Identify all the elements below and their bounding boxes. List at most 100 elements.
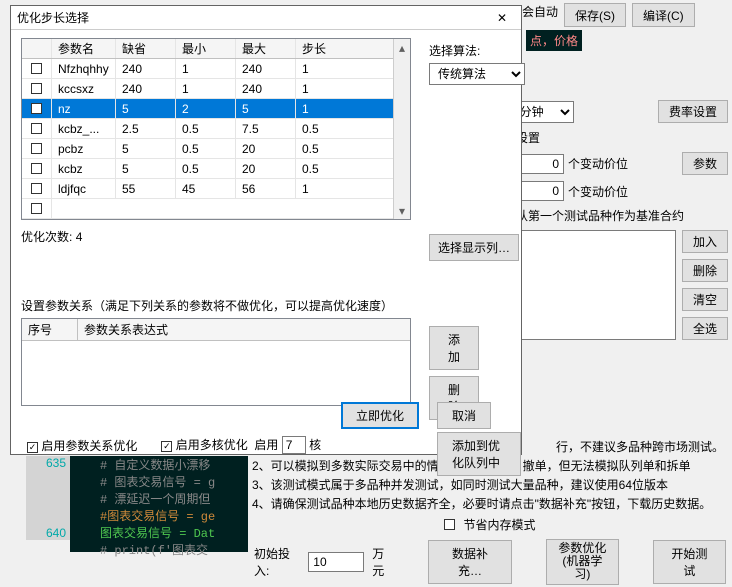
col-max: 最大: [236, 39, 296, 58]
algo-select[interactable]: 传统算法: [429, 63, 525, 85]
save-button[interactable]: 保存(S): [564, 3, 626, 27]
scrollbar[interactable]: ▴ ▾: [393, 39, 410, 219]
row-checkbox[interactable]: [31, 123, 42, 134]
table-row[interactable]: Nfzhqhhy24012401: [22, 59, 410, 79]
list-selall-button[interactable]: 全选: [682, 317, 728, 340]
table-row[interactable]: pcbz50.5200.5: [22, 139, 410, 159]
multicore-label: 启用多核优化: [176, 438, 248, 452]
cell-default: 55: [116, 179, 176, 198]
memory-mode-label: 节省内存模式: [463, 516, 535, 533]
code-line: #图表交易信号 = ge: [100, 507, 248, 524]
cell-min: 0.5: [176, 119, 236, 138]
code-line: # 漂延迟一个周期但: [100, 490, 248, 507]
add-to-queue-button[interactable]: 添加到优化队列中: [437, 432, 521, 476]
algo-label: 选择算法:: [429, 42, 525, 59]
table-row[interactable]: ldjfqc5545561: [22, 179, 410, 199]
table-row[interactable]: nz5251: [22, 99, 410, 119]
param-opt-button[interactable]: 参数优化(机器学习): [546, 539, 619, 585]
list-clear-button[interactable]: 清空: [682, 288, 728, 311]
row-checkbox[interactable]: [31, 183, 42, 194]
init-invest-label: 初始投入:: [254, 545, 300, 579]
cell-default: 2.5: [116, 119, 176, 138]
note-3: 3、该测试模式属于多品种并发测试，如同时测试大量品种，建议使用64位版本: [252, 476, 728, 493]
init-invest-input[interactable]: [308, 552, 364, 572]
data-refill-button[interactable]: 数据补充…: [428, 540, 512, 584]
table-row[interactable]: kcbz_...2.50.57.50.5: [22, 119, 410, 139]
cell-default: 240: [116, 79, 176, 98]
row-checkbox[interactable]: [31, 143, 42, 154]
start-test-button[interactable]: 开始测试: [653, 540, 726, 584]
cell-min: 2: [176, 99, 236, 118]
cell-name: kcbz: [52, 159, 116, 178]
scroll-down-icon[interactable]: ▾: [394, 202, 410, 219]
line-num: 635: [26, 456, 70, 470]
list-del-button[interactable]: 删除: [682, 259, 728, 282]
table-row[interactable]: kcbz50.5200.5: [22, 159, 410, 179]
list-add-button[interactable]: 加入: [682, 230, 728, 253]
rel-col-expr: 参数关系表达式: [78, 319, 410, 340]
cell-step: 1: [296, 179, 394, 198]
run-optimize-button[interactable]: 立即优化: [341, 402, 419, 429]
cores-input[interactable]: [282, 436, 306, 454]
cell-name: kcbz_...: [52, 119, 116, 138]
cell-step: 1: [296, 79, 394, 98]
params-button[interactable]: 参数: [682, 152, 728, 175]
dialog-title: 优化步长选择: [17, 9, 89, 26]
multicore-checkbox[interactable]: [161, 441, 172, 452]
row-checkbox[interactable]: [31, 63, 42, 74]
cell-max: 5: [236, 99, 296, 118]
code-line: # print(f'图表交: [100, 541, 248, 558]
basic-section-label: 本设置: [504, 129, 728, 146]
show-columns-button[interactable]: 选择显示列…: [429, 234, 519, 261]
memory-mode-checkbox[interactable]: [444, 519, 455, 530]
cores-use-label: 启用: [254, 438, 278, 452]
cancel-button[interactable]: 取消: [437, 402, 491, 429]
relation-table[interactable]: 序号 参数关系表达式: [21, 318, 411, 406]
cell-step: 1: [296, 99, 394, 118]
col-check: [22, 39, 52, 58]
row-checkbox[interactable]: [31, 103, 42, 114]
cell-name: nz: [52, 99, 116, 118]
col-default: 缺省: [116, 39, 176, 58]
line-num: 640: [26, 526, 70, 540]
col-name: 参数名: [52, 39, 116, 58]
relation-opt-label: 启用参数关系优化: [41, 439, 137, 453]
opt-count-label: 优化次数:: [21, 230, 72, 244]
cell-max: 56: [236, 179, 296, 198]
relation-add-button[interactable]: 添加: [429, 326, 479, 370]
row-checkbox[interactable]: [31, 203, 42, 214]
cell-max: 20: [236, 139, 296, 158]
relation-opt-checkbox[interactable]: [27, 442, 38, 453]
cell-step: 0.5: [296, 159, 394, 178]
baseline-label: 默认第一个测试品种作为基准合约: [504, 207, 728, 224]
cores-suffix: 核: [309, 438, 321, 452]
row-checkbox[interactable]: [31, 83, 42, 94]
tick2-unit: 个变动价位: [568, 183, 628, 200]
table-row[interactable]: kccsxz24012401: [22, 79, 410, 99]
close-icon[interactable]: ✕: [489, 11, 515, 25]
rel-col-index: 序号: [22, 319, 78, 340]
cell-min: 0.5: [176, 139, 236, 158]
col-step: 步长: [296, 39, 394, 58]
code-hint: 点，价格: [526, 30, 582, 51]
scroll-up-icon[interactable]: ▴: [394, 39, 410, 56]
fee-button[interactable]: 费率设置: [658, 100, 728, 123]
cell-default: 5: [116, 159, 176, 178]
cell-default: 5: [116, 139, 176, 158]
param-table[interactable]: 参数名 缺省 最小 最大 步长 Nfzhqhhy24012401kccsxz24…: [21, 38, 411, 220]
cell-step: 0.5: [296, 139, 394, 158]
cell-name: ldjfqc: [52, 179, 116, 198]
relation-hint: 设置参数关系（满足下列关系的参数将不做优化，可以提高优化速度）: [21, 297, 511, 314]
cell-default: 5: [116, 99, 176, 118]
step-optimize-dialog: 优化步长选择 ✕ 参数名 缺省 最小 最大 步长 Nfzhqhhy2401240…: [10, 5, 522, 455]
cell-step: 1: [296, 59, 394, 78]
row-checkbox[interactable]: [31, 163, 42, 174]
instrument-list[interactable]: [504, 230, 676, 340]
cell-max: 240: [236, 59, 296, 78]
cell-min: 0.5: [176, 159, 236, 178]
note-4: 4、请确保测试品种本地历史数据齐全，必要时请点击"数据补充"按钮，下载历史数据。: [252, 495, 728, 512]
compile-button[interactable]: 编译(C): [632, 3, 695, 27]
cell-name: Nfzhqhhy: [52, 59, 116, 78]
col-min: 最小: [176, 39, 236, 58]
cell-min: 1: [176, 59, 236, 78]
